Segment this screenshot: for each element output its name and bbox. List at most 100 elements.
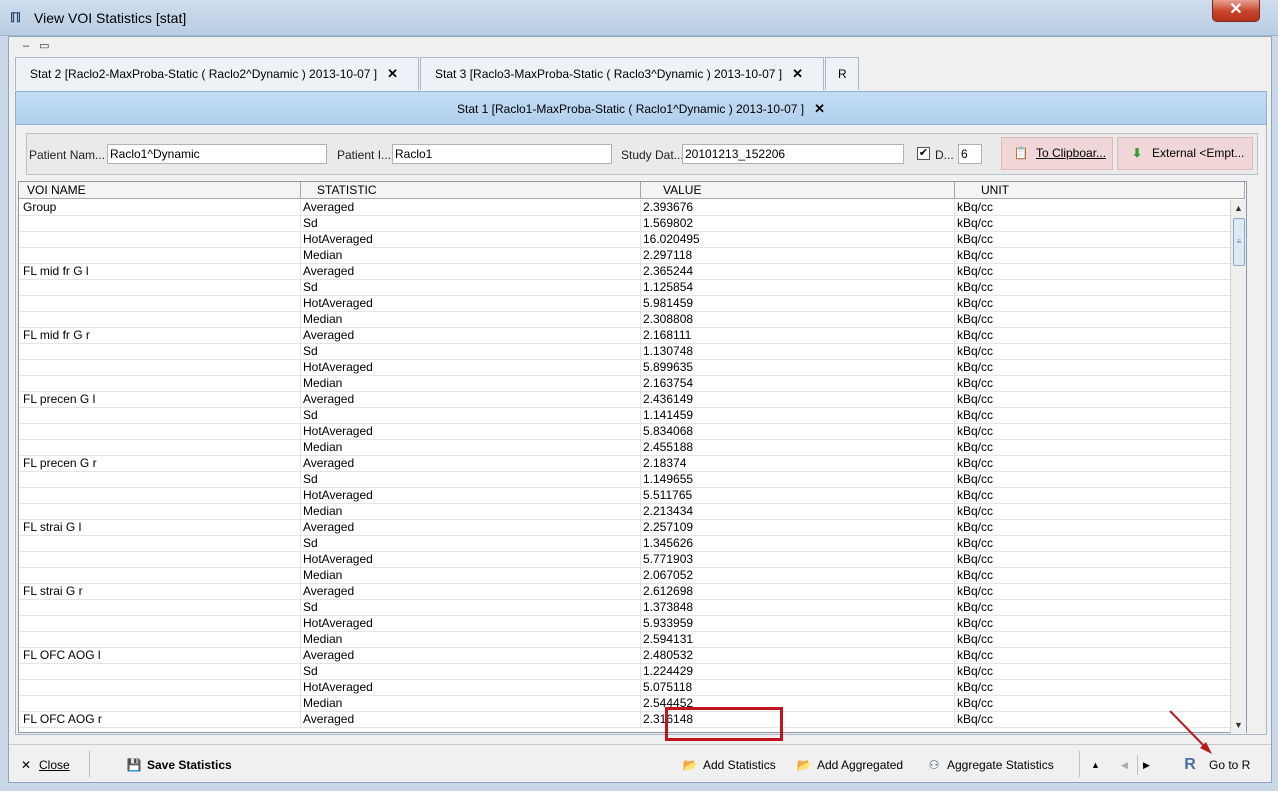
to-clipboard-label: To Clipboar... [1036, 146, 1107, 160]
table-row[interactable]: HotAveraged 5.511765 kBq/cc [19, 488, 1245, 504]
study-date-field[interactable]: 20101213_152206 [682, 144, 904, 164]
table-row[interactable]: Median 2.067052 kBq/cc [19, 568, 1245, 584]
close-tab-icon[interactable]: ✕ [387, 66, 398, 81]
table-row[interactable]: Sd 1.569802 kBq/cc [19, 216, 1245, 232]
statistic-cell: Averaged [301, 264, 641, 280]
value-cell: 1.125854 [641, 280, 955, 296]
up-arrow-button[interactable]: ▲ [1091, 755, 1100, 775]
statistic-cell: Averaged [301, 328, 641, 344]
table-row[interactable]: Sd 1.125854 kBq/cc [19, 280, 1245, 296]
voi-name-cell: FL mid fr G r [19, 328, 301, 344]
table-row[interactable]: FL precen G r Averaged 2.18374 kBq/cc [19, 456, 1245, 472]
scroll-up-icon[interactable]: ▲ [1231, 200, 1246, 216]
voi-name-cell [19, 664, 301, 680]
table-row[interactable]: Sd 1.345626 kBq/cc [19, 536, 1245, 552]
table-row[interactable]: Sd 1.130748 kBq/cc [19, 344, 1245, 360]
add-aggregated-button[interactable]: 📂 Add Aggregated [795, 755, 904, 775]
table-row[interactable]: Group Averaged 2.393676 kBq/cc [19, 200, 1245, 216]
table-header: VOI NAME STATISTIC VALUE UNIT [19, 182, 1245, 199]
unit-cell: kBq/cc [955, 344, 1245, 360]
to-clipboard-button[interactable]: 📋 To Clipboar... [1001, 137, 1113, 170]
floppy-disk-icon: 💾 [126, 758, 142, 772]
save-statistics-button[interactable]: 💾 Save Statistics [125, 755, 232, 775]
patient-name-label: Patient Nam... [29, 148, 106, 162]
voi-name-cell: FL OFC AOG r [19, 712, 301, 728]
statistic-cell: HotAveraged [301, 616, 641, 632]
table-row[interactable]: FL mid fr G l Averaged 2.365244 kBq/cc [19, 264, 1245, 280]
decimals-checkbox[interactable]: ✔ [917, 147, 930, 160]
statistics-table: VOI NAME STATISTIC VALUE UNIT Group Avera… [18, 181, 1247, 733]
value-cell: 5.899635 [641, 360, 955, 376]
table-row[interactable]: FL strai G l Averaged 2.257109 kBq/cc [19, 520, 1245, 536]
scroll-down-icon[interactable]: ▼ [1231, 717, 1246, 733]
aggregate-statistics-button[interactable]: ⚇ Aggregate Statistics [925, 755, 1054, 775]
table-row[interactable]: FL precen G l Averaged 2.436149 kBq/cc [19, 392, 1245, 408]
statistic-cell: Sd [301, 344, 641, 360]
clipboard-icon: 📋 [1013, 146, 1029, 160]
column-header-value[interactable]: VALUE [641, 182, 955, 199]
external-button[interactable]: ⬇ External <Empt... [1117, 137, 1253, 170]
table-row[interactable]: Median 2.297118 kBq/cc [19, 248, 1245, 264]
triangle-right-icon: ▶ [1143, 760, 1150, 770]
table-row[interactable]: Median 2.544452 kBq/cc [19, 696, 1245, 712]
voi-name-cell [19, 600, 301, 616]
unit-cell: kBq/cc [955, 376, 1245, 392]
table-row[interactable]: HotAveraged 5.075118 kBq/cc [19, 680, 1245, 696]
vertical-scrollbar[interactable]: ▲ ≡ ▼ [1230, 200, 1246, 733]
statistic-cell: HotAveraged [301, 296, 641, 312]
table-row[interactable]: FL OFC AOG r Averaged 2.316148 kBq/cc [19, 712, 1245, 728]
external-label: External <Empt... [1152, 146, 1245, 160]
table-row[interactable]: HotAveraged 5.933959 kBq/cc [19, 616, 1245, 632]
unit-cell: kBq/cc [955, 392, 1245, 408]
minimize-restore-controls[interactable]: –▭ [23, 39, 60, 52]
unit-cell: kBq/cc [955, 264, 1245, 280]
table-row[interactable]: Median 2.455188 kBq/cc [19, 440, 1245, 456]
column-header-voi-name[interactable]: VOI NAME [19, 182, 301, 199]
tab-stat-2[interactable]: Stat 2 [Raclo2-MaxProba-Static ( Raclo2^… [15, 57, 419, 90]
add-statistics-button[interactable]: 📂 Add Statistics [681, 755, 776, 775]
table-row[interactable]: FL mid fr G r Averaged 2.168111 kBq/cc [19, 328, 1245, 344]
unit-cell: kBq/cc [955, 456, 1245, 472]
column-header-statistic[interactable]: STATISTIC [301, 182, 641, 199]
decimals-field[interactable]: 6 [958, 144, 982, 164]
window-close-button[interactable]: ✕ [1212, 0, 1260, 22]
table-row[interactable]: FL OFC AOG l Averaged 2.480532 kBq/cc [19, 648, 1245, 664]
statistic-cell: HotAveraged [301, 680, 641, 696]
value-cell: 2.297118 [641, 248, 955, 264]
tab-r[interactable]: R [825, 57, 859, 90]
unit-cell: kBq/cc [955, 440, 1245, 456]
unit-cell: kBq/cc [955, 424, 1245, 440]
close-button[interactable]: ✕ Close [17, 755, 70, 775]
table-row[interactable]: Sd 1.224429 kBq/cc [19, 664, 1245, 680]
right-arrow-button[interactable]: ▶ [1143, 755, 1150, 775]
voi-name-cell [19, 568, 301, 584]
tab-stat-3[interactable]: Stat 3 [Raclo3-MaxProba-Static ( Raclo3^… [420, 57, 824, 90]
table-row[interactable]: FL strai G r Averaged 2.612698 kBq/cc [19, 584, 1245, 600]
close-tab-icon[interactable]: ✕ [814, 101, 825, 116]
left-arrow-button[interactable]: ◀ [1121, 755, 1128, 775]
table-row[interactable]: Median 2.163754 kBq/cc [19, 376, 1245, 392]
patient-name-field[interactable]: Raclo1^Dynamic [107, 144, 327, 164]
table-row[interactable]: Sd 1.373848 kBq/cc [19, 600, 1245, 616]
table-row[interactable]: Sd 1.149655 kBq/cc [19, 472, 1245, 488]
patient-id-field[interactable]: Raclo1 [392, 144, 612, 164]
table-row[interactable]: HotAveraged 5.834068 kBq/cc [19, 424, 1245, 440]
table-row[interactable]: HotAveraged 5.899635 kBq/cc [19, 360, 1245, 376]
voi-name-cell [19, 440, 301, 456]
tab-stat-1-active[interactable]: Stat 1 [Raclo1-MaxProba-Static ( Raclo1^… [15, 91, 1267, 125]
value-cell: 2.594131 [641, 632, 955, 648]
close-tab-icon[interactable]: ✕ [792, 66, 803, 81]
value-cell: 2.067052 [641, 568, 955, 584]
table-row[interactable]: Median 2.308808 kBq/cc [19, 312, 1245, 328]
table-row[interactable]: Median 2.213434 kBq/cc [19, 504, 1245, 520]
table-row[interactable]: HotAveraged 16.020495 kBq/cc [19, 232, 1245, 248]
voi-name-cell [19, 488, 301, 504]
scroll-thumb[interactable]: ≡ [1233, 218, 1245, 266]
value-cell: 2.480532 [641, 648, 955, 664]
table-row[interactable]: Sd 1.141459 kBq/cc [19, 408, 1245, 424]
unit-cell: kBq/cc [955, 632, 1245, 648]
table-row[interactable]: HotAveraged 5.771903 kBq/cc [19, 552, 1245, 568]
table-row[interactable]: HotAveraged 5.981459 kBq/cc [19, 296, 1245, 312]
column-header-unit[interactable]: UNIT [955, 182, 1245, 199]
table-row[interactable]: Median 2.594131 kBq/cc [19, 632, 1245, 648]
